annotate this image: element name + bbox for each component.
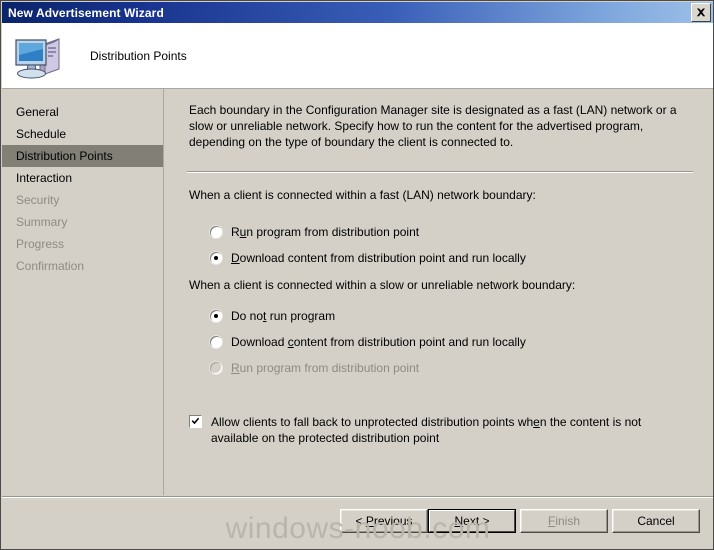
radio-button-indicator — [210, 310, 222, 322]
close-button[interactable] — [691, 3, 711, 22]
radio-button-indicator — [210, 226, 222, 238]
sidebar-item-distribution-points[interactable]: Distribution Points — [2, 145, 163, 167]
radio-slow-do-not-run[interactable]: Do not run program — [210, 309, 335, 323]
radio-button-indicator — [210, 362, 222, 374]
sidebar-item-interaction[interactable]: Interaction — [2, 167, 163, 189]
wizard-button-bar: < Previous Next > Finish Cancel — [2, 499, 713, 549]
radio-label: Download content from distribution point… — [231, 251, 526, 265]
titlebar: New Advertisement Wizard — [2, 2, 713, 23]
checkbox-indicator — [189, 415, 202, 428]
radio-fast-download-and-run[interactable]: Download content from distribution point… — [210, 251, 526, 265]
sidebar-item-general[interactable]: General — [2, 101, 163, 123]
next-button[interactable]: Next > — [428, 509, 516, 533]
sidebar-item-confirmation: Confirmation — [16, 259, 85, 273]
fast-network-group-label: When a client is connected within a fast… — [189, 188, 536, 202]
radio-label: Run program from distribution point — [231, 225, 420, 239]
wizard-header: Distribution Points — [2, 23, 713, 89]
computer-icon — [15, 37, 60, 78]
previous-button[interactable]: < Previous — [340, 509, 428, 533]
wizard-window: New Advertisement Wizard Distribution Po — [0, 0, 714, 550]
radio-slow-download-and-run[interactable]: Download content from distribution point… — [210, 335, 526, 349]
checkbox-label: Allow clients to fall back to unprotecte… — [211, 415, 642, 445]
checkmark-icon — [191, 417, 200, 425]
radio-slow-run-from-dp: Run program from distribution point — [210, 361, 419, 375]
cancel-button-label: Cancel — [637, 514, 675, 528]
previous-button-label: < Previous — [355, 514, 413, 528]
radio-label: Do not run program — [231, 309, 336, 323]
wizard-step-nav: General Schedule Distribution Points Int… — [2, 89, 164, 495]
sidebar-item-schedule[interactable]: Schedule — [2, 123, 163, 145]
sidebar-item-progress: Progress — [16, 237, 65, 251]
finish-button: Finish — [520, 509, 608, 533]
page-description: Each boundary in the Configuration Manag… — [189, 103, 677, 149]
radio-button-indicator — [210, 336, 222, 348]
finish-button-label: Finish — [547, 514, 581, 528]
header-title: Distribution Points — [90, 48, 187, 63]
sidebar-item-summary: Summary — [16, 215, 68, 229]
window-title: New Advertisement Wizard — [8, 5, 164, 20]
slow-network-group-label: When a client is connected within a slow… — [189, 278, 576, 292]
footer-separator — [2, 496, 713, 498]
cancel-button[interactable]: Cancel — [612, 509, 700, 533]
radio-label: Download content from distribution point… — [231, 335, 526, 349]
sidebar-item-security: Security — [16, 193, 60, 207]
wizard-content-pane: Each boundary in the Configuration Manag… — [165, 89, 713, 495]
close-icon — [696, 8, 706, 17]
content-separator — [187, 171, 693, 173]
radio-label: Run program from distribution point — [231, 361, 420, 375]
checkbox-allow-fallback[interactable]: Allow clients to fall back to unprotecte… — [189, 414, 689, 446]
radio-fast-run-from-dp[interactable]: Run program from distribution point — [210, 225, 419, 239]
next-button-label: Next > — [454, 514, 490, 528]
radio-button-indicator — [210, 252, 222, 264]
next-button-inner: Next > — [429, 510, 515, 532]
